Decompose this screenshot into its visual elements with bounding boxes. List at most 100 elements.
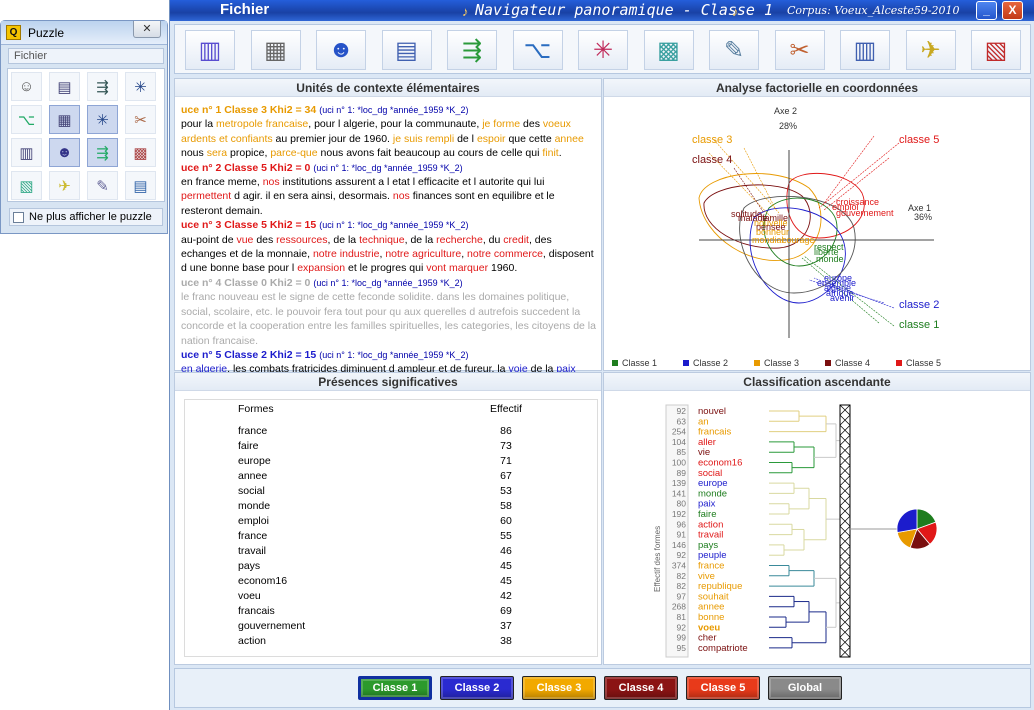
puzzle-tile-table-icon[interactable]: ▤ [49,72,80,101]
table-row[interactable]: gouvernement 37 [185,619,597,634]
uce-text-segment: vue [236,233,254,246]
class-button-global[interactable]: Global [768,676,842,700]
table-cell-form: travail [238,545,267,557]
uce-text-segment: voie [508,363,528,372]
menu-fichier[interactable]: Fichier [220,1,269,18]
tree-icon[interactable]: ⇶ [447,30,497,70]
table-row[interactable]: emploi 60 [185,514,597,529]
table-row[interactable]: travail 46 [185,544,597,559]
col-forms-header[interactable]: Formes [185,402,421,417]
checkbox-box[interactable] [13,211,24,223]
factorial-axes-icon[interactable]: ✳ [578,30,628,70]
puzzle-tile-document-icon[interactable]: ▤ [125,171,156,200]
network-icon[interactable]: ✂ [774,30,825,70]
horn-icon[interactable]: ✈ [905,30,956,70]
table-row[interactable]: europe 71 [185,454,597,469]
col-eff-header[interactable]: Effectif [421,402,591,417]
puzzle-tile-tree-icon[interactable]: ⇶ [87,72,118,101]
uce-text-segment: et le progres qui [345,262,427,275]
dendrogram[interactable]: Effectif des formes 92 nouvel63 an254 franc… [604,392,1030,665]
table-row[interactable]: france 86 [185,424,597,439]
form-count: 104 [672,437,686,447]
puzzle-tile-table-icon[interactable]: ▦ [49,105,80,134]
uce-list[interactable]: uce n° 1 Classe 3 Khi2 = 34 (uci n° 1: *l… [175,97,601,372]
class-button-classe-3[interactable]: Classe 3 [522,676,596,700]
uce-text-segment: nos [392,190,410,203]
uce-header: uce n° 1 Classe 3 Khi2 = 34 [181,104,317,116]
puzzle-close-button[interactable]: ✕ [133,21,161,38]
form-label[interactable]: compatriote [698,643,748,654]
form-count: 80 [677,499,687,509]
afc-class-label: classe 2 [899,299,939,311]
puzzle-tile-axes-icon[interactable]: ✳ [87,105,118,134]
table-row[interactable]: france 55 [185,529,597,544]
table-row[interactable]: monde 58 [185,499,597,514]
puzzle-tile-hierarchy-icon[interactable]: ⌥ [11,105,42,134]
table-cell-count: 46 [500,545,512,557]
puzzle-tile-user-icon[interactable]: ☺ [11,72,42,101]
table-row[interactable]: voeu 42 [185,589,597,604]
table-cell-form: france [238,425,268,437]
table-cell-form: france [238,530,268,542]
table-row[interactable]: annee 67 [185,469,597,484]
puzzle-tile-horn-icon[interactable]: ✈ [49,171,80,200]
table-cell-form: econom16 [238,575,288,587]
user-icon[interactable]: ☻ [316,30,366,70]
table-cell-form: emploi [238,515,269,527]
table-row[interactable]: francais 69 [185,604,597,619]
table-row[interactable]: econom16 45 [185,574,597,589]
puzzle-tile-calendar-icon[interactable]: ▥ [11,138,42,167]
class-button-classe-5[interactable]: Classe 5 [686,676,760,700]
puzzle-menu-fichier[interactable]: Fichier [8,48,164,64]
table-cell-count: 71 [500,455,512,467]
afc-class-label: classe 4 [692,154,732,166]
legend-label: Classe 1 [622,358,657,368]
table-row[interactable]: action 38 [185,634,597,649]
afc-plot[interactable]: Axe 2 28% Axe 1 36% classe 3classe 4clas… [604,98,1030,371]
table-cell-count: 37 [500,620,512,632]
close-button[interactable]: X [1002,1,1023,20]
puzzle-tile-edit-icon[interactable]: ✎ [87,171,118,200]
cube-icon[interactable]: ▧ [971,30,1021,70]
grid-tool-icon[interactable]: ▦ [250,30,301,70]
form-count: 63 [677,416,687,426]
class-button-classe-2[interactable]: Classe 2 [440,676,514,700]
minimize-button[interactable]: _ [976,1,997,20]
table-row[interactable]: social 53 [185,484,597,499]
table-icon[interactable]: ▤ [381,30,432,70]
class-button-classe-4[interactable]: Classe 4 [604,676,678,700]
axis2-label: Axe 2 [774,106,797,116]
class-button-classe-1[interactable]: Classe 1 [358,676,432,700]
table-cell-form: pays [238,560,261,572]
table-cell-form: faire [238,440,259,452]
puzzle-tile-map-icon[interactable]: ▧ [11,171,42,200]
edit-icon[interactable]: ✎ [709,30,759,70]
map-icon[interactable]: ▩ [643,30,694,70]
hierarchy-icon[interactable]: ⌥ [512,30,563,70]
puzzle-tile-user-icon[interactable]: ☻ [49,138,80,167]
uce-item[interactable]: uce n° 4 Classe 0 Khi2 = 0 (uci n° 1: *lo… [181,276,597,348]
table-row[interactable]: faire 73 [185,439,597,454]
puzzle-titlebar[interactable]: Q Puzzle ✕ [1,21,167,45]
uce-item[interactable]: uce n° 5 Classe 2 Khi2 = 15 (uci n° 1: *l… [181,348,597,372]
puzzle-tile-network-icon[interactable]: ✂ [125,105,156,134]
uce-item[interactable]: uce n° 1 Classe 3 Khi2 = 34 (uci n° 1: *l… [181,103,597,161]
afc-panel: Analyse factorielle en coordonnées Axe 2… [603,78,1031,371]
legend-label: Classe 5 [906,358,941,368]
puzzle-tile-cube-icon[interactable]: ▩ [125,138,156,167]
bars-chart-icon[interactable]: ▥ [185,30,235,70]
main-titlebar[interactable]: Fichier ♪ Navigateur panoramique - Class… [170,0,1034,21]
form-count: 268 [672,602,686,612]
uce-item[interactable]: uce n° 3 Classe 5 Khi2 = 15 (uci n° 1: *l… [181,218,597,276]
puzzle-tile-axes-icon[interactable]: ✳ [125,72,156,101]
uce-text-segment: des [520,118,543,131]
uce-text-segment: en france meme, [181,176,263,189]
uce-item[interactable]: uce n° 2 Classe 5 Khi2 = 0 (uci n° 1: *lo… [181,161,597,219]
calendar-icon[interactable]: ▥ [840,30,890,70]
puzzle-tile-tree-icon[interactable]: ⇶ [87,138,118,167]
table-cell-form: social [238,485,265,497]
table-row[interactable]: pays 45 [185,559,597,574]
table-cell-form: gouvernement [238,620,306,632]
puzzle-hide-checkbox[interactable]: Ne plus afficher le puzzle [9,208,163,226]
legend-swatch [825,360,831,366]
